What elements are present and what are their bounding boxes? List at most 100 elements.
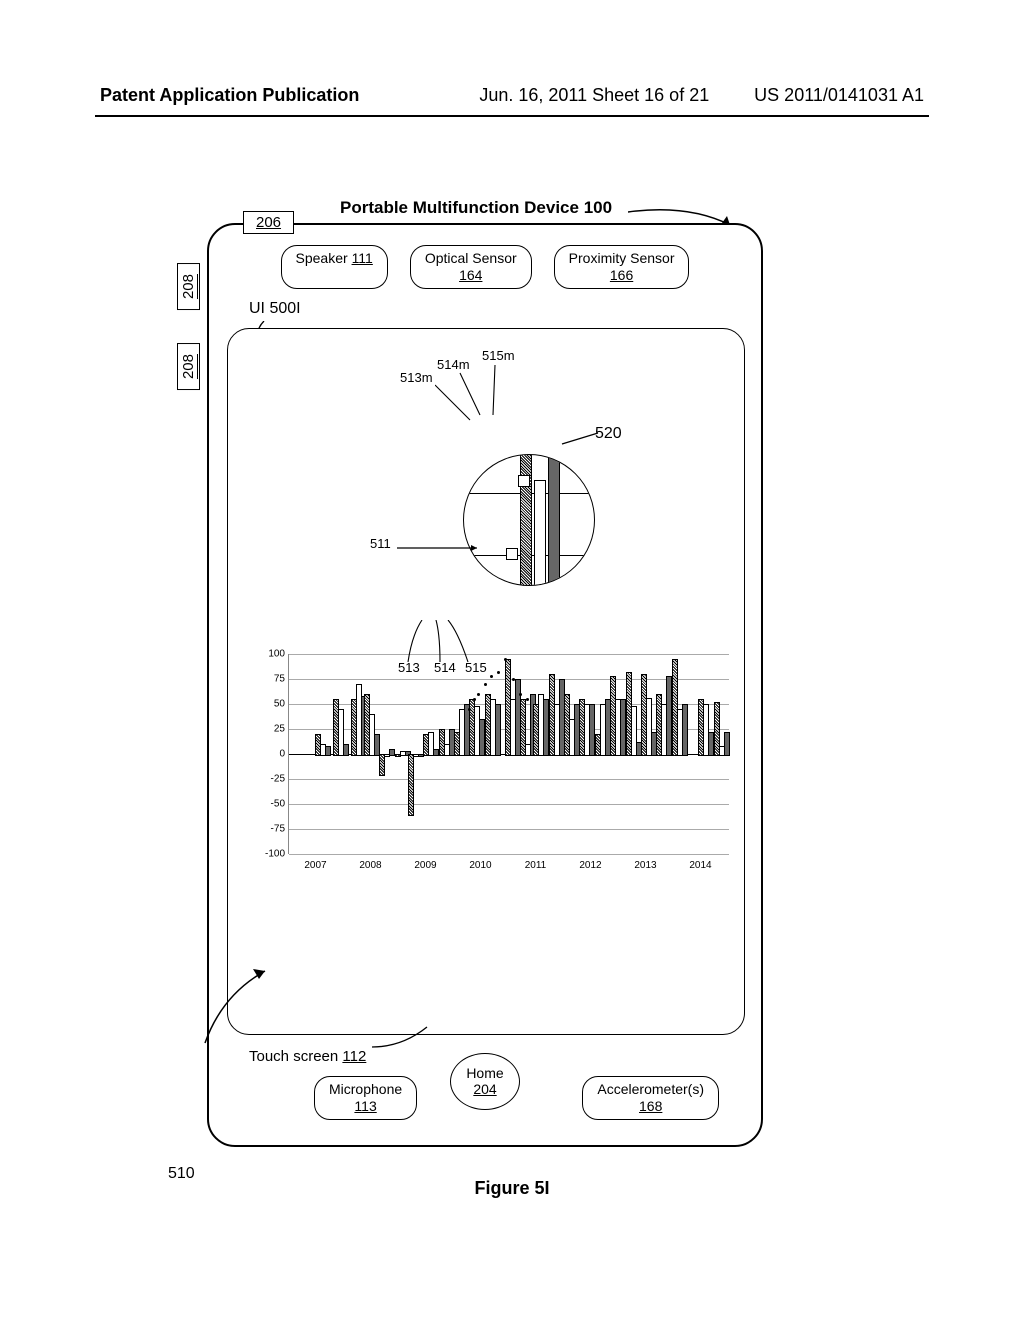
chart-plot-area <box>288 654 729 854</box>
x-tick-label: 2008 <box>359 860 381 871</box>
page-header: Patent Application Publication Jun. 16, … <box>0 85 1024 106</box>
ref-513m: 513m <box>400 370 433 385</box>
x-tick-label: 2009 <box>414 860 436 871</box>
figure-label: Figure 5I <box>0 1178 1024 1199</box>
y-tick-label: -50 <box>271 799 285 810</box>
bar-group <box>469 654 483 854</box>
scatter-point <box>484 683 487 686</box>
optical-pill: Optical Sensor 164 <box>410 245 532 289</box>
chart-bar <box>325 746 331 756</box>
chart-bar <box>495 704 501 756</box>
bar-group <box>439 654 453 854</box>
bar-group <box>714 654 728 854</box>
scatter-point <box>504 658 507 661</box>
y-tick-label: 25 <box>274 724 285 735</box>
bar-chart[interactable]: -100-75-50-25025507510020072008200920102… <box>253 654 728 874</box>
x-tick-label: 2011 <box>525 860 547 871</box>
speaker-label: Speaker <box>296 250 348 266</box>
leaders-513m-515m <box>435 365 515 425</box>
chart-bar <box>379 754 385 776</box>
bar-group <box>672 654 686 854</box>
device-title: Portable Multifunction Device 100 <box>340 198 612 218</box>
mag-marker-bot <box>506 548 518 560</box>
home-button[interactable]: Home 204 <box>450 1053 520 1110</box>
microphone-pill: Microphone 113 <box>314 1076 417 1120</box>
bar-group <box>520 654 534 854</box>
bar-group <box>549 654 563 854</box>
bar-group <box>698 654 712 854</box>
y-tick-label: -75 <box>271 824 285 835</box>
scatter-point <box>519 693 522 696</box>
header-left: Patent Application Publication <box>100 85 359 106</box>
bar-group <box>364 654 378 854</box>
bar-group <box>610 654 624 854</box>
ref-511: 511 <box>370 536 391 551</box>
x-tick-label: 2012 <box>579 860 601 871</box>
bar-group <box>351 654 365 854</box>
mic-ref: 113 <box>354 1098 376 1114</box>
gesture-arrow-icon <box>197 965 277 1045</box>
ref-515m: 515m <box>482 348 515 363</box>
x-tick-label: 2013 <box>634 860 656 871</box>
bar-group <box>626 654 640 854</box>
y-tick-label: 50 <box>274 699 285 710</box>
speaker-pill: Speaker 111 <box>281 245 388 289</box>
chart-bar <box>682 704 688 756</box>
bar-group <box>315 654 329 854</box>
y-tick-label: 0 <box>279 749 285 760</box>
ui-label: UI 500I <box>249 300 301 318</box>
optical-ref: 164 <box>459 267 482 283</box>
mic-label: Microphone <box>329 1081 402 1097</box>
bar-group <box>579 654 593 854</box>
chart-bar <box>724 732 730 756</box>
proximity-ref: 166 <box>610 267 633 283</box>
bar-group <box>379 654 393 854</box>
touch-screen-label: Touch screen 112 <box>249 1048 366 1065</box>
chart-gridline <box>289 854 729 855</box>
chart-bar <box>408 754 414 816</box>
leader-511 <box>397 542 487 556</box>
bar-group <box>656 654 670 854</box>
sensor-row: Speaker 111 Optical Sensor 164 Proximity… <box>209 245 761 289</box>
speaker-ref: 111 <box>352 250 373 266</box>
x-tick-label: 2007 <box>304 860 326 871</box>
bar-group <box>533 654 547 854</box>
accel-ref: 168 <box>639 1098 662 1114</box>
mag-marker-top <box>518 475 530 487</box>
chart-bar <box>343 744 349 756</box>
header-rule <box>95 115 929 117</box>
touch-screen[interactable]: -100-75-50-25025507510020072008200920102… <box>227 328 745 1035</box>
ref-208-top: 208 <box>177 263 200 310</box>
ref-206: 206 <box>243 211 294 234</box>
bar-group <box>423 654 437 854</box>
touch-ref: 112 <box>342 1048 366 1065</box>
bar-group <box>333 654 347 854</box>
mag-bar-514 <box>534 480 546 586</box>
ref-208-bottom: 208 <box>177 343 200 390</box>
proximity-pill: Proximity Sensor 166 <box>554 245 690 289</box>
header-right: US 2011/0141031 A1 <box>754 85 924 106</box>
home-label: Home <box>466 1066 503 1081</box>
accel-label: Accelerometer(s) <box>597 1081 704 1097</box>
y-tick-label: 75 <box>274 674 285 685</box>
optical-label: Optical Sensor <box>425 250 517 266</box>
bar-group <box>485 654 499 854</box>
y-tick-label: 100 <box>268 649 285 660</box>
scatter-point <box>473 698 476 701</box>
y-tick-label: -100 <box>265 849 285 860</box>
proximity-label: Proximity Sensor <box>569 250 675 266</box>
leader-520 <box>560 430 600 450</box>
home-ref: 204 <box>473 1082 496 1097</box>
touch-leader <box>372 1025 432 1050</box>
mag-bar-513 <box>520 454 532 586</box>
x-tick-label: 2014 <box>689 860 711 871</box>
bar-group <box>395 654 409 854</box>
magnifier-lens <box>463 454 595 586</box>
scatter-point <box>526 698 529 701</box>
bar-group <box>454 654 468 854</box>
leaders-513-515 <box>400 620 480 665</box>
bar-group <box>641 654 655 854</box>
header-middle: Jun. 16, 2011 Sheet 16 of 21 <box>479 85 709 106</box>
bar-group <box>564 654 578 854</box>
accelerometer-pill: Accelerometer(s) 168 <box>582 1076 719 1120</box>
